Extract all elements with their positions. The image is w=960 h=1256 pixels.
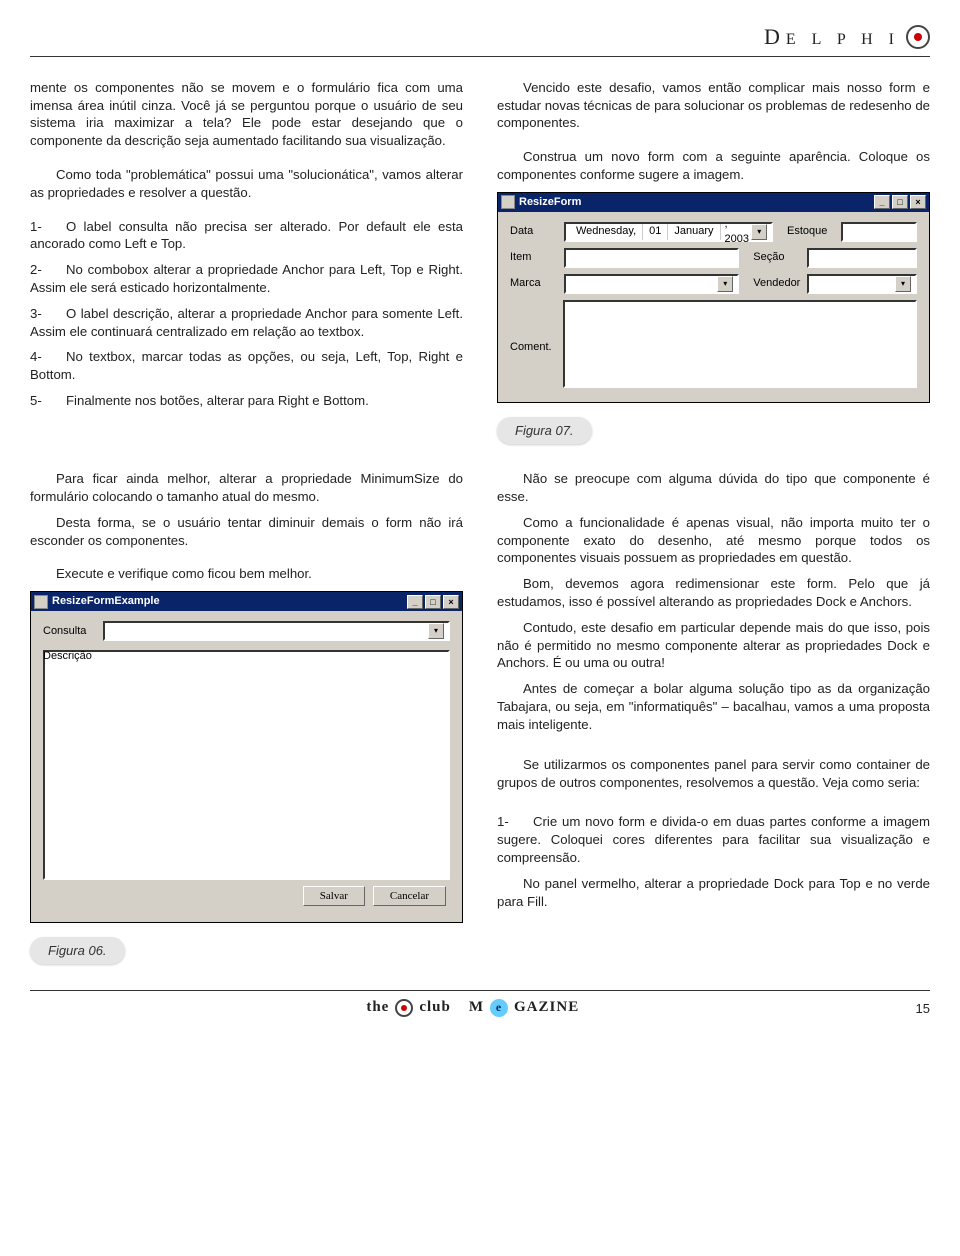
para: Se utilizarmos os componentes panel para…	[497, 756, 930, 792]
descricao-memo[interactable]	[43, 650, 450, 880]
salvar-button[interactable]: Salvar	[303, 886, 365, 906]
top-columns: mente os componentes não se movem e o fo…	[30, 79, 930, 444]
para: Bom, devemos agora redimensionar este fo…	[497, 575, 930, 611]
para: Contudo, este desafio em particular depe…	[497, 619, 930, 672]
col-right-1: Vencido este desafio, vamos então compli…	[497, 79, 930, 444]
resizeform-window: ResizeForm _ □ × Data Wednesday, 01	[497, 192, 930, 403]
col-left-1: mente os componentes não se movem e o fo…	[30, 79, 463, 444]
window-controls: _ □ ×	[874, 195, 926, 209]
maximize-button[interactable]: □	[892, 195, 908, 209]
page-header: DDELPHIE L P H I	[30, 22, 930, 57]
chevron-down-icon[interactable]: ▾	[717, 276, 733, 292]
header-brand: DDELPHIE L P H I	[764, 22, 900, 52]
marca-combobox[interactable]: ▾	[564, 274, 739, 294]
para: Como toda "problemática" possui uma "sol…	[30, 166, 463, 202]
footer-logo-icon	[395, 999, 413, 1017]
label-vendedor: Vendedor	[753, 276, 799, 291]
list-item: 3-O label descrição, alterar a proprieda…	[30, 305, 463, 341]
resizeformexample-window: ResizeFormExample _ □ × Consulta ▾ Descr…	[30, 591, 463, 923]
coment-memo[interactable]	[563, 300, 917, 388]
app-icon	[34, 595, 48, 609]
vendedor-combobox[interactable]: ▾	[807, 274, 917, 294]
footer-brand: the club MeGAZINE	[30, 997, 916, 1017]
label-data: Data	[510, 224, 556, 239]
list-item: 4-No textbox, marcar todas as opções, ou…	[30, 348, 463, 384]
para: Desta forma, se o usuário tentar diminui…	[30, 514, 463, 550]
figure-caption: Figura 07.	[497, 417, 592, 445]
para: Execute e verifique como ficou bem melho…	[30, 565, 463, 583]
para: Não se preocupe com alguma dúvida do tip…	[497, 470, 930, 506]
item-input[interactable]	[564, 248, 739, 268]
figure-caption: Figura 06.	[30, 937, 125, 965]
label-item: Item	[510, 250, 556, 265]
chevron-down-icon[interactable]: ▾	[428, 623, 444, 639]
window-title: ResizeFormExample	[52, 594, 160, 609]
label-coment: Coment.	[510, 300, 555, 355]
secao-input[interactable]	[807, 248, 917, 268]
close-button[interactable]: ×	[910, 195, 926, 209]
para: Construa um novo form com a seguinte apa…	[497, 148, 930, 184]
close-button[interactable]: ×	[443, 595, 459, 609]
brand-logo-icon	[906, 25, 930, 49]
list-item: 5-Finalmente nos botões, alterar para Ri…	[30, 392, 463, 410]
list-item: 2-No combobox alterar a propriedade Anch…	[30, 261, 463, 297]
titlebar[interactable]: ResizeFormExample _ □ ×	[31, 592, 462, 611]
cancelar-button[interactable]: Cancelar	[373, 886, 446, 906]
minimize-button[interactable]: _	[874, 195, 890, 209]
para: mente os componentes não se movem e o fo…	[30, 79, 463, 150]
label-consulta: Consulta	[43, 624, 95, 639]
estoque-input[interactable]	[841, 222, 917, 242]
footer-e-icon: e	[490, 999, 508, 1017]
list-item: 1-Crie um novo form e divida-o em duas p…	[497, 813, 930, 866]
list-item: 1-O label consulta não precisa ser alter…	[30, 218, 463, 254]
form-body: Data Wednesday, 01 January , 2003 ▾	[498, 212, 929, 402]
app-icon	[501, 195, 515, 209]
col-right-2: Não se preocupe com alguma dúvida do tip…	[497, 470, 930, 964]
bottom-columns: Para ficar ainda melhor, alterar a propr…	[30, 470, 930, 964]
window-title: ResizeForm	[519, 195, 581, 210]
chevron-down-icon[interactable]: ▾	[751, 224, 767, 240]
label-marca: Marca	[510, 276, 556, 291]
para: Como a funcionalidade é apenas visual, n…	[497, 514, 930, 567]
para: No panel vermelho, alterar a propriedade…	[497, 875, 930, 911]
titlebar[interactable]: ResizeForm _ □ ×	[498, 193, 929, 212]
label-secao: Seção	[753, 250, 799, 265]
page-number: 15	[916, 1000, 930, 1018]
para: Vencido este desafio, vamos então compli…	[497, 79, 930, 132]
minimize-button[interactable]: _	[407, 595, 423, 609]
chevron-down-icon[interactable]: ▾	[895, 276, 911, 292]
date-picker[interactable]: Wednesday, 01 January , 2003 ▾	[564, 222, 773, 242]
maximize-button[interactable]: □	[425, 595, 441, 609]
para: Antes de começar a bolar alguma solução …	[497, 680, 930, 733]
para: Para ficar ainda melhor, alterar a propr…	[30, 470, 463, 506]
consulta-combobox[interactable]: ▾	[103, 621, 450, 641]
page-footer: the club MeGAZINE 15	[30, 990, 930, 1017]
label-estoque: Estoque	[787, 224, 833, 239]
col-left-2: Para ficar ainda melhor, alterar a propr…	[30, 470, 463, 964]
form-body: Consulta ▾ Descrição Salvar Cancelar	[31, 611, 462, 922]
